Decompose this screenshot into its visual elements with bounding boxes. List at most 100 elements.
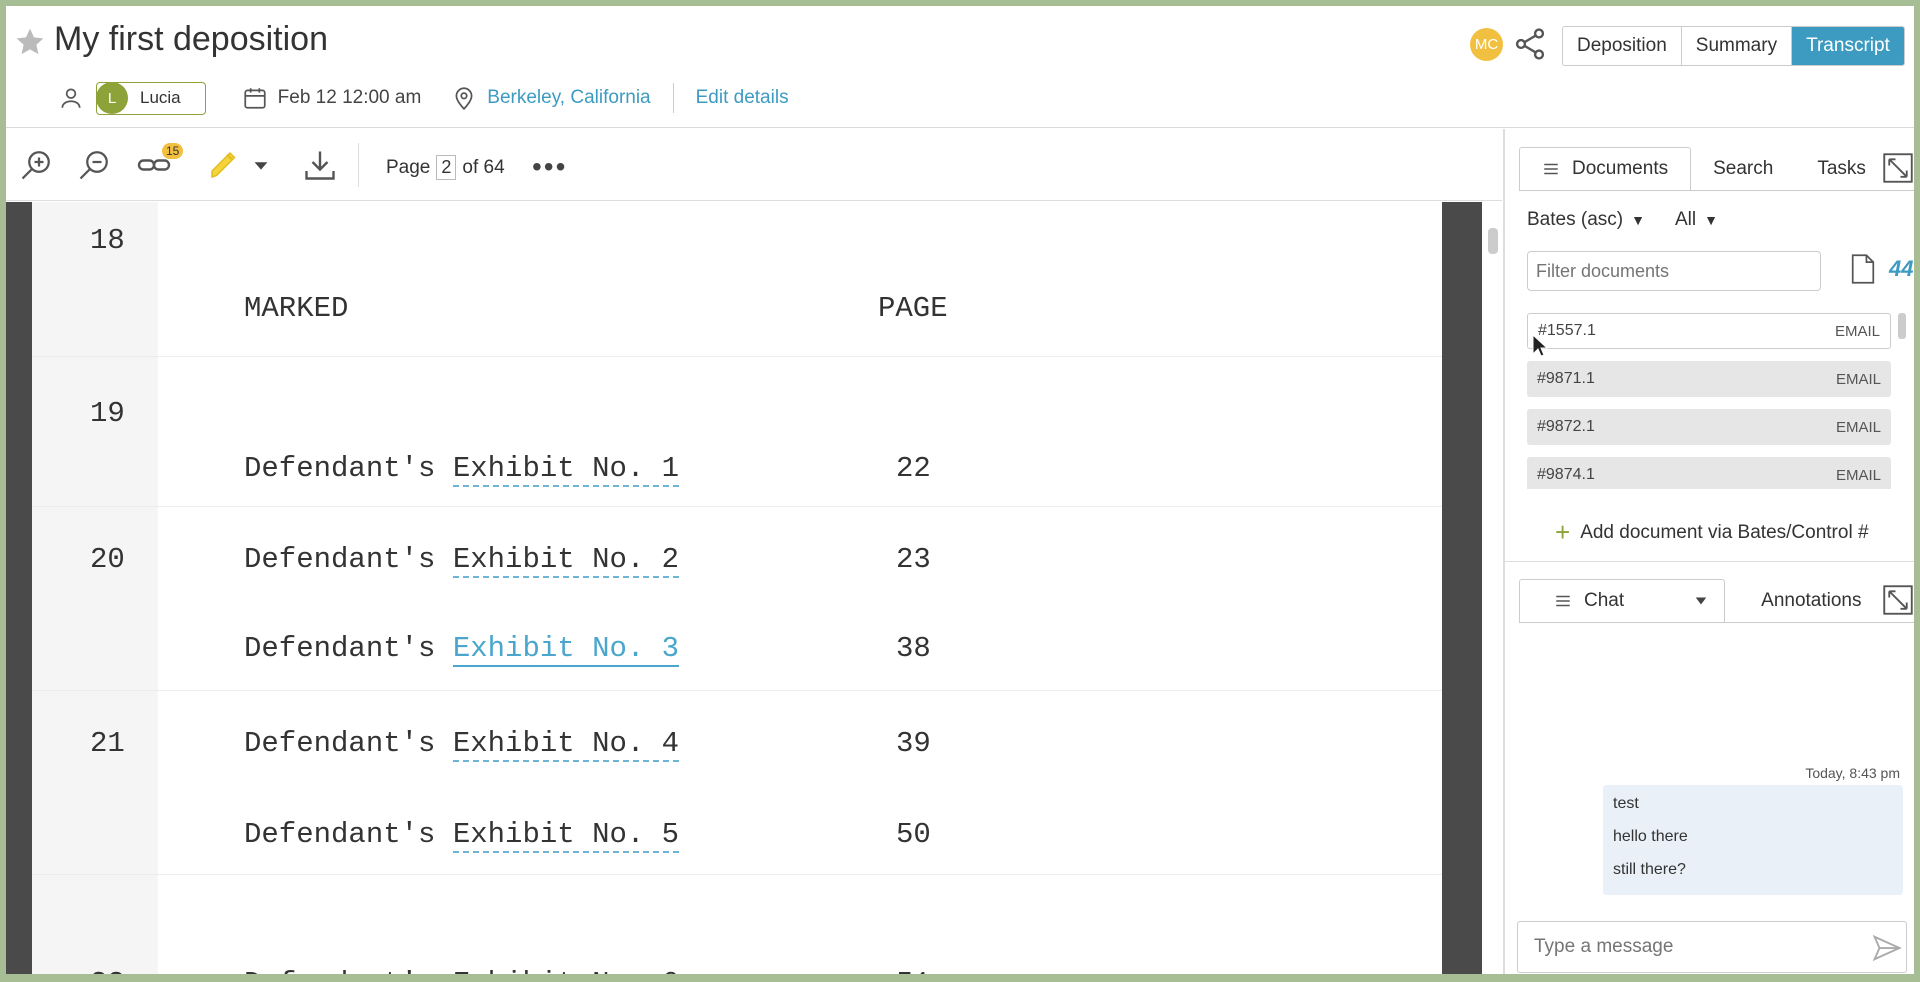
list-item[interactable]: #9874.1 EMAIL xyxy=(1527,457,1891,489)
caret-down-icon: ▼ xyxy=(1704,212,1718,228)
chevron-down-icon[interactable] xyxy=(250,147,272,183)
transcript-line: MARKED PAGE xyxy=(32,264,1442,356)
list-item[interactable]: #9871.1 EMAIL xyxy=(1527,361,1891,397)
line-number: 21 xyxy=(90,727,125,760)
menu-icon xyxy=(1544,163,1558,175)
date-field: Feb 12 12:00 am xyxy=(242,85,422,111)
line-text: Defendant's Exhibit No. 1 xyxy=(244,452,680,487)
tab-deposition[interactable]: Deposition xyxy=(1563,27,1682,65)
tab-annotations[interactable]: Annotations xyxy=(1725,579,1883,623)
tab-underline xyxy=(1519,190,1914,191)
deposition-meta: L Lucia Feb 12 12:00 am Berkeley, Califo… xyxy=(58,79,789,117)
transcript-line: 20 Defendant's Exhibit No. 2 23 xyxy=(32,506,1442,598)
exhibit-link[interactable]: Exhibit No. 6 xyxy=(452,967,680,974)
chat-message: test xyxy=(1613,795,1639,812)
line-text: MARKED xyxy=(244,292,349,325)
transcript-toolbar: 15 Page 2 of 64 ••• xyxy=(6,129,1502,201)
plus-icon: + xyxy=(1555,517,1571,547)
more-options-button[interactable]: ••• xyxy=(532,151,567,183)
doc-id: #9871.1 xyxy=(1537,370,1595,387)
document-count-value: 44 xyxy=(1889,256,1914,281)
add-document-button[interactable]: + Add document via Bates/Control # xyxy=(1555,517,1869,548)
exhibit-prefix: Defendant's xyxy=(244,543,453,576)
tab-tasks[interactable]: Tasks xyxy=(1795,147,1888,191)
collaborator-avatar[interactable]: MC xyxy=(1470,28,1503,61)
exhibit-link[interactable]: Exhibit No. 2 xyxy=(452,543,680,578)
calendar-icon xyxy=(244,88,266,109)
zoom-in-icon[interactable] xyxy=(18,147,54,183)
doc-id: #9874.1 xyxy=(1537,466,1595,483)
tab-search[interactable]: Search xyxy=(1691,147,1795,191)
transcript-page: 18 MARKED PAGE 19 Defendant's Exhibit No… xyxy=(32,202,1442,974)
exhibit-prefix: Defendant's xyxy=(244,818,453,851)
exhibit-prefix: Defendant's xyxy=(244,727,453,760)
filter-dropdown[interactable]: All ▼ xyxy=(1675,209,1718,231)
transcript-scrollbar[interactable] xyxy=(1482,202,1502,974)
download-icon[interactable] xyxy=(302,147,338,183)
exhibit-link[interactable]: Exhibit No. 1 xyxy=(452,452,680,487)
exhibit-link[interactable]: Exhibit No. 5 xyxy=(452,818,680,853)
exhibit-link[interactable]: Exhibit No. 4 xyxy=(452,727,680,762)
chat-message: still there? xyxy=(1613,861,1686,878)
tab-documents[interactable]: Documents xyxy=(1519,147,1692,191)
highlighter-icon[interactable] xyxy=(204,147,244,183)
location-link[interactable]: Berkeley, California xyxy=(487,87,650,109)
line-text: Defendant's Exhibit No. 4 xyxy=(244,727,680,762)
filter-documents-input[interactable] xyxy=(1527,251,1821,291)
sort-row: Bates (asc) ▼ All ▼ xyxy=(1527,209,1718,231)
toolbar-divider xyxy=(358,143,359,187)
caret-down-icon[interactable] xyxy=(1692,594,1710,608)
location-field: Berkeley, California xyxy=(451,85,651,111)
side-panel: Documents Search Tasks Bates (asc) ▼ All ▼… xyxy=(1503,129,1914,974)
exhibit-link[interactable]: Exhibit No. 3 xyxy=(452,632,680,667)
avatar: L xyxy=(96,82,128,114)
line-page: PAGE xyxy=(878,292,948,325)
edit-details-link[interactable]: Edit details xyxy=(696,87,789,109)
mouse-cursor-icon xyxy=(1532,334,1548,357)
line-text: Defendant's Exhibit No. 5 xyxy=(244,818,680,853)
chat-timestamp: Today, 8:43 pm xyxy=(1805,765,1900,781)
line-page: 23 xyxy=(896,543,931,576)
list-item[interactable]: #1557.1 EMAIL xyxy=(1527,313,1891,349)
share-icon[interactable] xyxy=(1512,26,1548,62)
send-icon[interactable] xyxy=(1871,933,1903,963)
line-page: 22 xyxy=(896,452,931,485)
list-item[interactable]: #9872.1 EMAIL xyxy=(1527,409,1891,445)
caret-down-icon: ▼ xyxy=(1631,212,1645,228)
document-list: #1557.1 EMAIL #9871.1 EMAIL #9872.1 EMAIL #… xyxy=(1527,313,1891,489)
tab-chat[interactable]: Chat xyxy=(1519,579,1726,623)
line-text: Defendant's Exhibit No. 6 xyxy=(244,967,680,974)
document-count: 44 xyxy=(1849,253,1913,285)
tab-underline xyxy=(1519,622,1914,623)
owner-pill[interactable]: L Lucia xyxy=(96,81,206,115)
page-title[interactable]: My first deposition xyxy=(54,20,328,59)
page-number-input[interactable]: 2 xyxy=(436,155,457,180)
tab-transcript[interactable]: Transcript xyxy=(1792,27,1904,65)
expand-icon[interactable] xyxy=(1883,585,1913,615)
doc-type: EMAIL xyxy=(1835,370,1881,388)
message-input[interactable] xyxy=(1517,921,1907,973)
owner-name: Lucia xyxy=(140,88,181,107)
tab-label: Chat xyxy=(1584,590,1625,611)
date-text: Feb 12 12:00 am xyxy=(277,87,422,108)
list-scrollbar[interactable] xyxy=(1898,313,1906,339)
zoom-out-icon[interactable] xyxy=(76,147,112,183)
doc-type: EMAIL xyxy=(1834,322,1880,340)
sort-label: Bates (asc) xyxy=(1527,209,1624,230)
exhibit-prefix: Defendant's xyxy=(244,967,453,974)
panel-divider xyxy=(1505,561,1914,562)
sort-dropdown[interactable]: Bates (asc) ▼ xyxy=(1527,209,1645,231)
exhibit-prefix: Defendant's xyxy=(244,632,453,665)
star-icon[interactable] xyxy=(14,26,46,58)
line-text: Defendant's Exhibit No. 3 xyxy=(244,632,680,667)
menu-icon xyxy=(1556,595,1570,607)
tab-summary[interactable]: Summary xyxy=(1682,27,1793,65)
line-page: 51 xyxy=(896,967,931,974)
view-switcher: Deposition Summary Transcript xyxy=(1562,26,1905,66)
documents-tabs: Documents Search Tasks xyxy=(1519,147,1888,191)
doc-type: EMAIL xyxy=(1835,418,1881,436)
location-pin-icon xyxy=(455,87,473,111)
transcript-line: 22 Defendant's Exhibit No. 6 51 xyxy=(32,874,1442,974)
scrollbar-thumb[interactable] xyxy=(1488,228,1498,254)
expand-icon[interactable] xyxy=(1883,153,1913,183)
